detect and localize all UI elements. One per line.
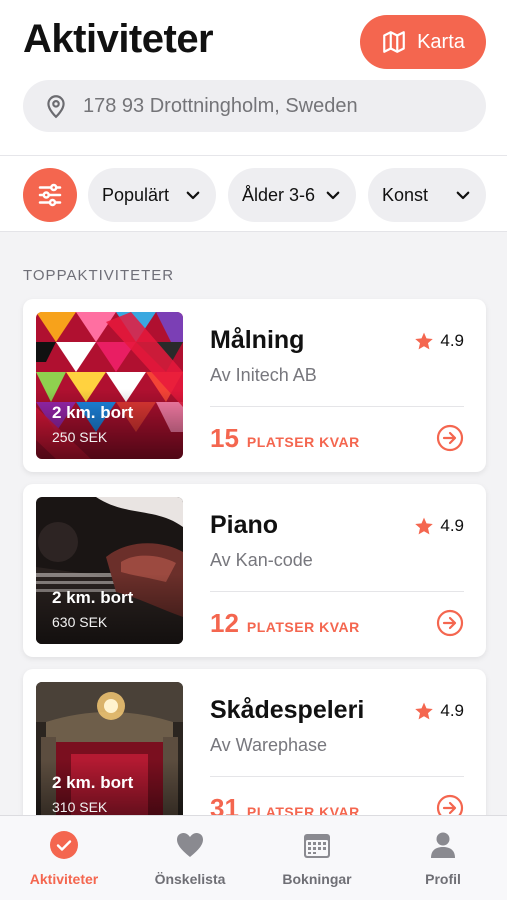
header: Aktiviteter Karta 178 93 Drottningholm, …: [0, 0, 507, 156]
rating: 4.9: [414, 516, 464, 536]
divider: [210, 591, 464, 592]
divider: [210, 776, 464, 777]
activity-image: 2 km. bort 250 SEK: [36, 312, 183, 459]
sliders-icon: [38, 183, 62, 207]
tab-wishlist[interactable]: Önskelista: [127, 816, 253, 900]
section-title: TOPPAKTIVITETER: [23, 267, 175, 284]
activity-organizer: Av Initech AB: [210, 365, 317, 385]
distance-label: 2 km. bort: [52, 403, 134, 422]
distance-label: 2 km. bort: [52, 588, 134, 607]
price-label: 630 SEK: [52, 614, 108, 630]
tab-label: Bokningar: [282, 871, 352, 887]
activity-organizer: Av Kan-code: [210, 550, 313, 570]
price-label: 250 SEK: [52, 429, 108, 445]
filter-settings-button[interactable]: [23, 168, 77, 222]
star-icon: [415, 702, 434, 720]
rating-value: 4.9: [440, 516, 464, 535]
filter-chip-label: Ålder 3-6: [242, 184, 316, 205]
spots-left: 12 PLATSER KVAR: [210, 608, 360, 639]
tab-profile[interactable]: Profil: [380, 816, 506, 900]
page-title: Aktiviteter: [23, 17, 214, 61]
rating: 4.9: [414, 331, 464, 351]
rating: 4.9: [414, 701, 464, 721]
chevron-down-icon: [456, 191, 470, 200]
tab-activities[interactable]: Aktiviteter: [1, 816, 127, 900]
filter-chip-category[interactable]: Konst: [368, 168, 486, 222]
rating-value: 4.9: [440, 701, 464, 720]
star-icon: [415, 517, 434, 535]
map-icon: [383, 31, 405, 53]
chevron-down-icon: [186, 191, 200, 200]
image-gradient: [36, 574, 183, 644]
spots-count: 15: [210, 423, 239, 453]
person-icon: [431, 832, 455, 858]
filter-chip-popular[interactable]: Populärt: [88, 168, 216, 222]
price-label: 310 SEK: [52, 799, 108, 815]
spots-count: 12: [210, 608, 239, 638]
location-pin-icon: [47, 95, 65, 119]
location-search[interactable]: 178 93 Drottningholm, Sweden: [23, 80, 486, 132]
image-gradient: [36, 389, 183, 459]
activity-card[interactable]: 2 km. bort 250 SEK Målning Av Initech AB…: [23, 299, 486, 472]
activity-title: Målning: [210, 326, 305, 354]
map-button-label: Karta: [417, 30, 465, 53]
heart-icon: [177, 833, 203, 857]
map-button[interactable]: Karta: [360, 15, 486, 69]
arrow-right-circle-icon[interactable]: [436, 424, 464, 452]
arrow-right-circle-icon[interactable]: [436, 609, 464, 637]
activity-card[interactable]: 2 km. bort 630 SEK Piano Av Kan-code 4.9…: [23, 484, 486, 657]
activity-image: 2 km. bort 630 SEK: [36, 497, 183, 644]
rating-value: 4.9: [440, 331, 464, 350]
calendar-icon: [304, 834, 330, 858]
spots-label: PLATSER KVAR: [246, 619, 360, 635]
activity-organizer: Av Warephase: [210, 735, 328, 755]
chevron-down-icon: [326, 191, 340, 200]
filter-chip-age[interactable]: Ålder 3-6: [228, 168, 356, 222]
filter-chip-label: Konst: [382, 184, 429, 205]
activity-image: 2 km. bort 310 SEK: [36, 682, 183, 829]
distance-label: 2 km. bort: [52, 773, 134, 792]
activity-title: Piano: [210, 511, 279, 539]
tab-label: Aktiviteter: [29, 871, 99, 887]
tab-label: Önskelista: [154, 871, 226, 887]
check-circle-icon: [50, 831, 78, 859]
spots-label: PLATSER KVAR: [246, 434, 360, 450]
activity-title: Skådespeleri: [210, 696, 365, 724]
spots-left: 15 PLATSER KVAR: [210, 423, 360, 454]
star-icon: [415, 332, 434, 350]
tab-label: Profil: [425, 871, 461, 887]
filter-bar: Populärt Ålder 3-6 Konst: [0, 156, 507, 232]
filter-chip-label: Populärt: [102, 184, 170, 205]
location-text: 178 93 Drottningholm, Sweden: [83, 94, 358, 117]
divider: [210, 406, 464, 407]
tab-bar: Aktiviteter Önskelista Bokningar Profil: [0, 815, 507, 900]
tab-bookings[interactable]: Bokningar: [254, 816, 380, 900]
